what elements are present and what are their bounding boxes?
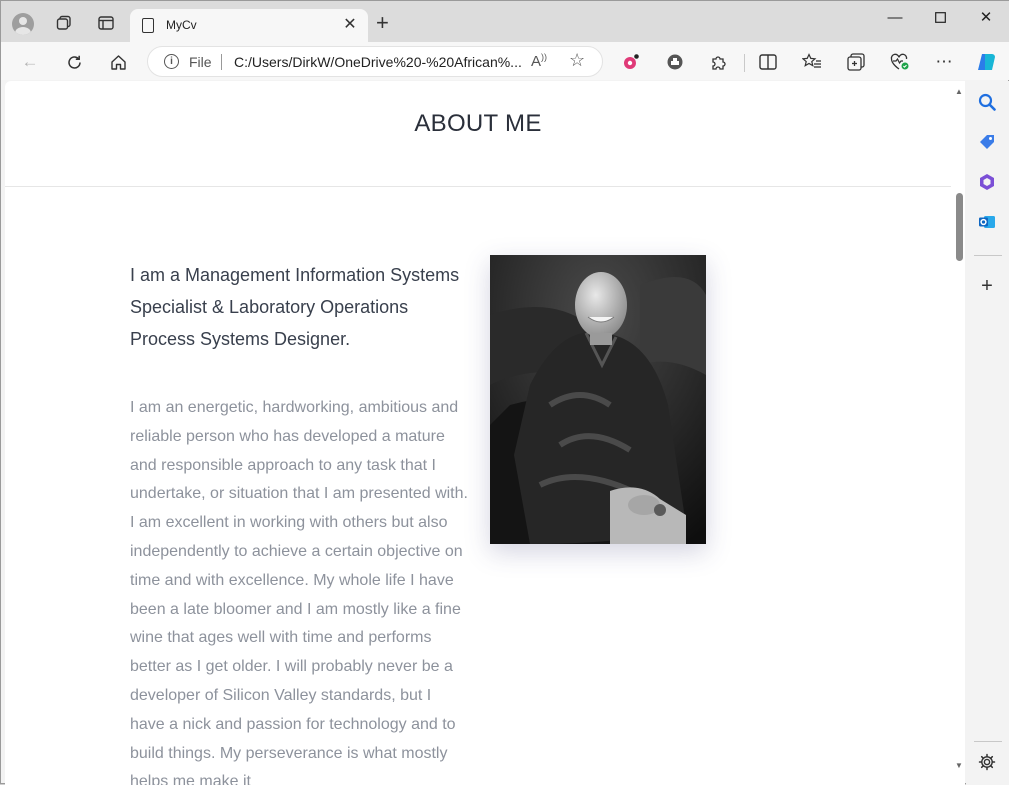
profile-photo: [490, 255, 706, 544]
read-aloud-icon[interactable]: A)): [531, 52, 547, 70]
address-url[interactable]: C:/Users/DirkW/OneDrive%20-%20African%..…: [234, 54, 522, 70]
maximize-icon[interactable]: [925, 7, 955, 29]
close-icon[interactable]: ✕: [340, 14, 360, 34]
sidebar-separator-bottom: [974, 741, 1002, 742]
more-icon[interactable]: ⋯: [931, 50, 957, 74]
info-icon[interactable]: i: [164, 54, 179, 69]
extension-icon[interactable]: [618, 50, 644, 74]
address-separator: [221, 54, 222, 70]
copilot-icon[interactable]: [974, 50, 1000, 74]
page-viewport: ABOUT ME I am a Management Information S…: [5, 81, 965, 785]
tab-title: MyCv: [166, 18, 197, 32]
back-icon[interactable]: ←: [17, 50, 43, 74]
vertical-scrollbar[interactable]: ▲ ▼: [953, 81, 965, 785]
tab-actions-icon[interactable]: [94, 11, 118, 35]
add-icon[interactable]: +: [976, 275, 998, 297]
settings-icon[interactable]: [976, 751, 998, 773]
workspaces-icon[interactable]: [52, 11, 76, 35]
toolbar: ← i File C:/Users/DirkW/OneDrive%20-%20A…: [1, 42, 1009, 80]
profile-avatar[interactable]: [12, 13, 34, 35]
lead-paragraph: I am a Management Information Systems Sp…: [130, 265, 460, 349]
minimize-icon[interactable]: —: [880, 7, 910, 29]
address-bar[interactable]: i File C:/Users/DirkW/OneDrive%20-%20Afr…: [147, 46, 603, 77]
scheme-label: File: [189, 54, 212, 70]
tab-strip: MyCv ✕ + — ✕: [1, 1, 1009, 42]
outlook-icon[interactable]: [976, 211, 998, 233]
home-icon[interactable]: [105, 50, 131, 74]
split-screen-icon[interactable]: [755, 50, 781, 74]
edge-sidebar: +: [966, 81, 1009, 785]
scrollbar-thumb[interactable]: [956, 193, 963, 261]
search-icon[interactable]: [976, 91, 998, 113]
shopping-tag-icon[interactable]: [976, 131, 998, 153]
bio-paragraph: I am an energetic, hardworking, ambitiou…: [130, 399, 468, 785]
window-close-icon[interactable]: ✕: [971, 7, 1001, 29]
favorites-icon[interactable]: [799, 50, 825, 74]
sidebar-separator: [974, 255, 1002, 256]
header-divider: [5, 186, 951, 187]
puzzle-icon[interactable]: [706, 50, 732, 74]
refresh-icon[interactable]: [61, 50, 87, 74]
page-title: ABOUT ME: [414, 110, 542, 137]
toolbar-separator: [744, 54, 745, 72]
page-icon: [142, 18, 154, 33]
tab-mycv[interactable]: MyCv ✕: [130, 9, 368, 42]
extension-icon-2[interactable]: [662, 50, 688, 74]
collections-icon[interactable]: [843, 50, 869, 74]
new-tab-icon[interactable]: +: [376, 12, 389, 34]
browser-window: MyCv ✕ + — ✕ ← i File C:/Users/DirkW/One…: [0, 0, 1009, 785]
scroll-down-icon[interactable]: ▼: [955, 761, 963, 770]
favorite-star-icon[interactable]: ☆: [569, 50, 585, 71]
office-icon[interactable]: [976, 171, 998, 193]
scroll-up-icon[interactable]: ▲: [955, 87, 963, 96]
health-icon[interactable]: [887, 50, 913, 74]
